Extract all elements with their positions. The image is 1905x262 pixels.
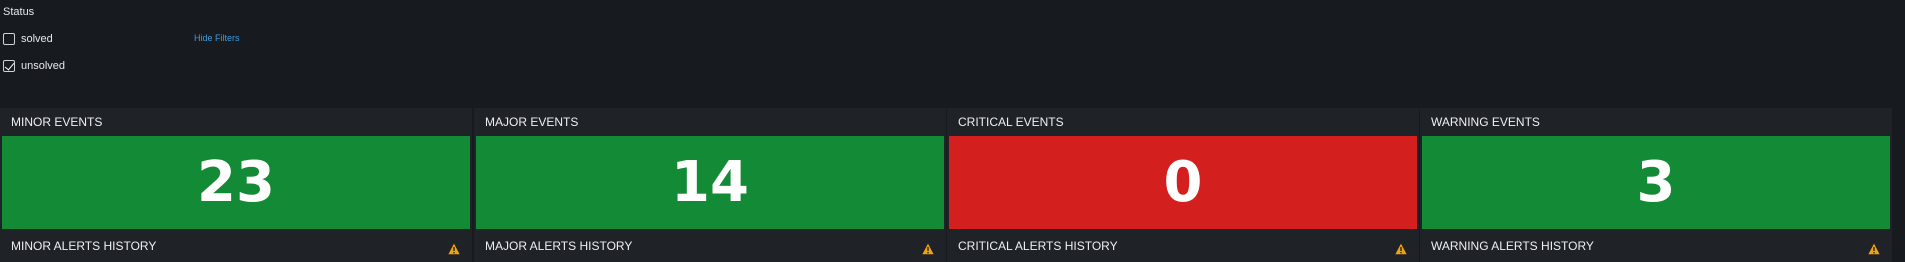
minor-events-count[interactable]: 23 <box>2 136 470 229</box>
status-option-solved[interactable]: solved <box>3 31 53 46</box>
warning-triangle-icon[interactable] <box>448 243 460 255</box>
dashboard-page: Status solved unsolved Hide Filters MINO… <box>0 0 1905 262</box>
critical-alerts-history-header: CRITICAL ALERTS HISTORY <box>947 232 1419 262</box>
status-filter-label: Status <box>3 6 35 18</box>
warning-triangle-icon[interactable] <box>1868 243 1880 255</box>
warning-events-title: WARNING EVENTS <box>1420 108 1892 136</box>
warning-alerts-history-title: WARNING ALERTS HISTORY <box>1431 239 1594 253</box>
minor-events-title: MINOR EVENTS <box>0 108 472 136</box>
critical-events-tile: CRITICAL EVENTS 0 CRITICAL ALERTS HISTOR… <box>947 108 1419 262</box>
event-tiles: MINOR EVENTS 23 MINOR ALERTS HISTORY MAJ… <box>0 108 1905 262</box>
critical-alerts-history-title: CRITICAL ALERTS HISTORY <box>958 239 1118 253</box>
warning-alerts-history-header: WARNING ALERTS HISTORY <box>1420 232 1892 262</box>
minor-alerts-history-title: MINOR ALERTS HISTORY <box>11 239 157 253</box>
minor-events-tile: MINOR EVENTS 23 MINOR ALERTS HISTORY <box>0 108 472 262</box>
major-events-title: MAJOR EVENTS <box>474 108 946 136</box>
solved-checkbox-label[interactable]: solved <box>21 33 53 45</box>
critical-events-title: CRITICAL EVENTS <box>947 108 1419 136</box>
hide-filters-link[interactable]: Hide Filters <box>194 33 240 43</box>
solved-checkbox[interactable] <box>3 32 15 45</box>
major-alerts-history-title: MAJOR ALERTS HISTORY <box>485 239 633 253</box>
warning-events-tile: WARNING EVENTS 3 WARNING ALERTS HISTORY <box>1420 108 1892 262</box>
warning-triangle-icon[interactable] <box>922 243 934 255</box>
filter-panel: Status solved unsolved Hide Filters <box>0 0 420 90</box>
critical-events-count[interactable]: 0 <box>949 136 1417 229</box>
major-events-count[interactable]: 14 <box>476 136 944 229</box>
unsolved-checkbox[interactable] <box>3 59 15 72</box>
warning-events-count[interactable]: 3 <box>1422 136 1890 229</box>
major-events-tile: MAJOR EVENTS 14 MAJOR ALERTS HISTORY <box>474 108 946 262</box>
warning-triangle-icon[interactable] <box>1395 243 1407 255</box>
unsolved-checkbox-label[interactable]: unsolved <box>21 60 65 72</box>
status-option-unsolved[interactable]: unsolved <box>3 58 65 73</box>
major-alerts-history-header: MAJOR ALERTS HISTORY <box>474 232 946 262</box>
minor-alerts-history-header: MINOR ALERTS HISTORY <box>0 232 472 262</box>
